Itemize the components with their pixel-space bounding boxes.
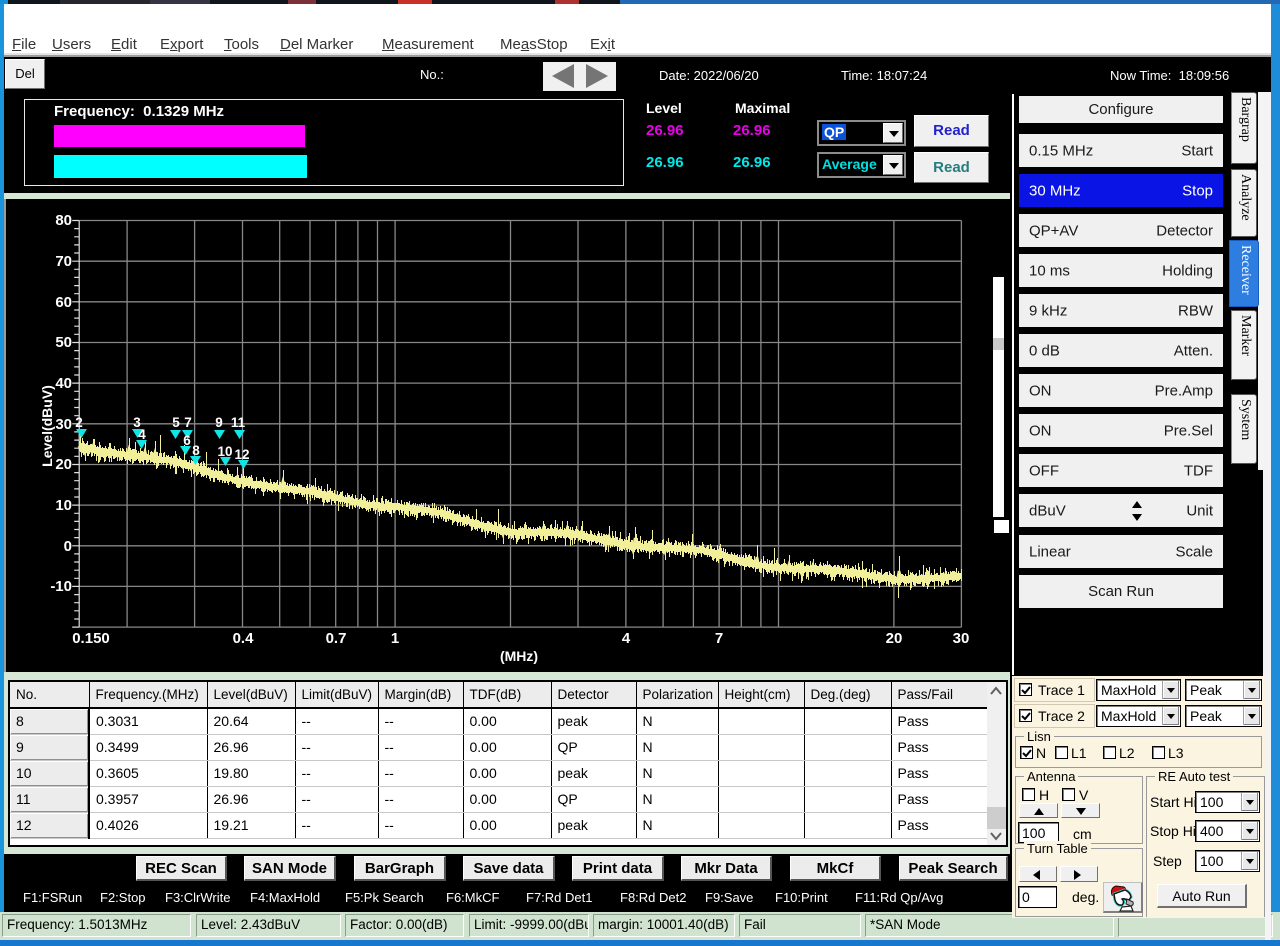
svg-text:11: 11 bbox=[231, 415, 246, 430]
svg-text:10: 10 bbox=[217, 444, 232, 459]
svg-text:5: 5 bbox=[172, 415, 180, 430]
svg-text:(MHz): (MHz) bbox=[500, 648, 538, 664]
svg-text:7: 7 bbox=[715, 630, 723, 647]
svg-text:0.4: 0.4 bbox=[233, 630, 255, 647]
svg-text:50: 50 bbox=[55, 334, 72, 351]
svg-text:20: 20 bbox=[55, 456, 72, 473]
svg-text:-10: -10 bbox=[50, 578, 72, 595]
svg-text:4: 4 bbox=[138, 427, 146, 442]
svg-text:12: 12 bbox=[234, 447, 249, 462]
svg-text:0.7: 0.7 bbox=[326, 630, 347, 647]
svg-text:80: 80 bbox=[55, 212, 72, 229]
svg-text:7: 7 bbox=[184, 415, 192, 430]
svg-text:30: 30 bbox=[55, 416, 72, 433]
svg-text:1: 1 bbox=[391, 630, 399, 647]
svg-text:4: 4 bbox=[622, 630, 631, 647]
svg-text:40: 40 bbox=[55, 375, 72, 392]
svg-text:2: 2 bbox=[75, 415, 83, 430]
svg-text:70: 70 bbox=[55, 253, 72, 270]
svg-text:60: 60 bbox=[55, 294, 72, 311]
svg-text:30: 30 bbox=[953, 630, 970, 647]
svg-text:0: 0 bbox=[64, 538, 72, 555]
svg-text:20: 20 bbox=[886, 630, 903, 647]
svg-text:0.150: 0.150 bbox=[72, 630, 110, 647]
svg-text:8: 8 bbox=[192, 443, 200, 458]
svg-text:10: 10 bbox=[55, 497, 72, 514]
svg-text:9: 9 bbox=[215, 415, 223, 430]
svg-text:6: 6 bbox=[183, 433, 191, 448]
svg-text:Level(dBuV): Level(dBuV) bbox=[39, 385, 55, 467]
